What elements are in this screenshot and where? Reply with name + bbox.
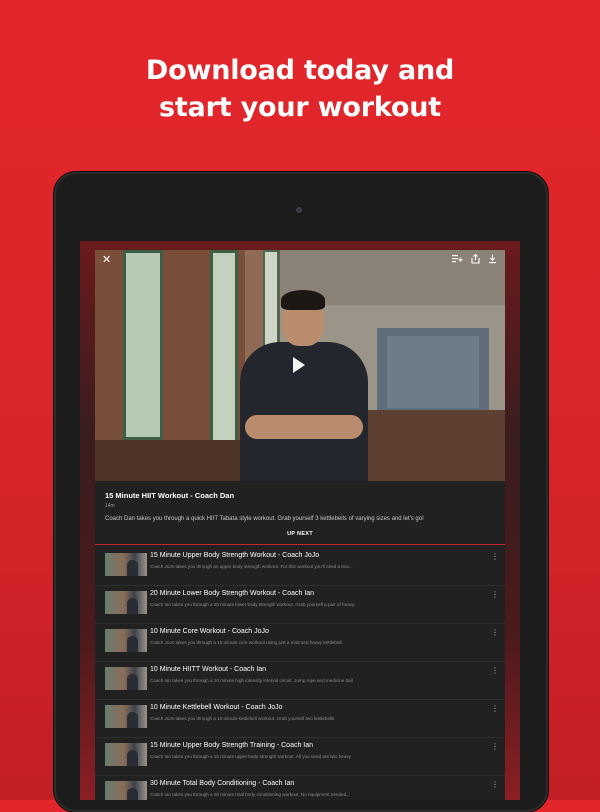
video-duration: 14m <box>105 503 115 509</box>
more-options-icon[interactable]: ⋮ <box>491 553 499 561</box>
thumbnail-figure <box>127 788 138 800</box>
list-item-description: Coach JoJo takes you through a 10 minute… <box>150 640 343 645</box>
list-item-title: 15 Minute Upper Body Strength Training -… <box>150 742 314 749</box>
thumbnail-figure <box>127 560 138 576</box>
list-item-title: 10 Minute Kettlebell Workout - Coach JoJ… <box>150 704 283 711</box>
list-item-description: Coach Ian takes you through a 10 minute … <box>150 678 353 683</box>
play-icon[interactable] <box>293 357 305 373</box>
list-item[interactable]: 15 Minute Upper Body Strength Workout - … <box>95 548 505 586</box>
thumbnail-figure <box>127 750 138 766</box>
list-item[interactable]: 15 Minute Upper Body Strength Training -… <box>95 738 505 776</box>
list-item-title: 30 Minute Total Body Conditioning - Coac… <box>150 780 295 787</box>
thumbnail-figure <box>127 598 138 614</box>
up-next-label: UP NEXT <box>287 531 313 537</box>
add-to-playlist-glyph <box>452 255 463 263</box>
more-options-icon[interactable]: ⋮ <box>491 591 499 599</box>
headline-line-2: start your workout <box>158 92 442 123</box>
scene-window <box>123 250 163 440</box>
scene-window <box>210 250 238 445</box>
scene-floor <box>95 440 255 481</box>
video-description: Coach Dan takes you through a quick HIIT… <box>105 516 424 522</box>
download-icon[interactable] <box>488 254 497 267</box>
list-item-description: Coach Ian takes you through a 15 minute … <box>150 754 351 759</box>
video-thumbnail <box>105 781 147 800</box>
list-item-description: Coach Ian takes you through a 20 minute … <box>150 602 356 607</box>
list-item[interactable]: 10 Minute HIITT Workout - Coach Ian Coac… <box>95 662 505 700</box>
video-thumbnail <box>105 591 147 614</box>
video-thumbnail <box>105 743 147 766</box>
list-item-title: 10 Minute Core Workout - Coach JoJo <box>150 628 269 635</box>
more-options-icon[interactable]: ⋮ <box>491 705 499 713</box>
list-item[interactable]: 10 Minute Kettlebell Workout - Coach JoJ… <box>95 700 505 738</box>
list-item[interactable]: 20 Minute Lower Body Strength Workout - … <box>95 586 505 624</box>
up-next-divider <box>95 544 505 545</box>
headline-line-1: Download today and <box>145 55 455 86</box>
video-thumbnail <box>105 667 147 690</box>
list-item-description: Coach JoJo takes you through a 10 minute… <box>150 716 335 721</box>
thumbnail-figure <box>127 674 138 690</box>
video-title: 15 Minute HIIT Workout - Coach Dan <box>105 491 235 500</box>
promo-headline: Download today and start your workout <box>0 52 600 126</box>
list-item-description: Coach Ian takes you through a 30 minute … <box>150 792 350 797</box>
coach-hair <box>281 290 325 310</box>
more-options-icon[interactable]: ⋮ <box>491 781 499 789</box>
video-panel: ✕ 15 Minute HIIT Workout - Coach Dan 14m… <box>95 250 505 800</box>
video-thumbnail <box>105 705 147 728</box>
share-glyph <box>471 253 480 264</box>
list-item-description: Coach JoJo takes you through an upper bo… <box>150 564 353 569</box>
video-thumbnail <box>105 629 147 652</box>
coach-arms <box>245 415 363 439</box>
more-options-icon[interactable]: ⋮ <box>491 629 499 637</box>
close-icon[interactable]: ✕ <box>102 254 111 266</box>
add-to-playlist-icon[interactable] <box>452 254 463 267</box>
list-item-title: 20 Minute Lower Body Strength Workout - … <box>150 590 315 597</box>
list-item-title: 10 Minute HIITT Workout - Coach Ian <box>150 666 267 673</box>
list-item[interactable]: 30 Minute Total Body Conditioning - Coac… <box>95 776 505 800</box>
more-options-icon[interactable]: ⋮ <box>491 743 499 751</box>
share-icon[interactable] <box>471 253 480 267</box>
more-options-icon[interactable]: ⋮ <box>491 667 499 675</box>
download-glyph <box>489 254 496 264</box>
list-item[interactable]: 10 Minute Core Workout - Coach JoJo Coac… <box>95 624 505 662</box>
thumbnail-figure <box>127 636 138 652</box>
thumbnail-figure <box>127 712 138 728</box>
tablet-camera <box>296 207 302 213</box>
app-screen: ✕ 15 Minute HIIT Workout - Coach Dan 14m… <box>80 241 520 800</box>
video-player[interactable]: ✕ <box>95 250 505 481</box>
scene-door-panel <box>387 336 479 408</box>
up-next-list: 15 Minute Upper Body Strength Workout - … <box>95 548 505 800</box>
list-item-title: 15 Minute Upper Body Strength Workout - … <box>150 552 320 559</box>
video-thumbnail <box>105 553 147 576</box>
